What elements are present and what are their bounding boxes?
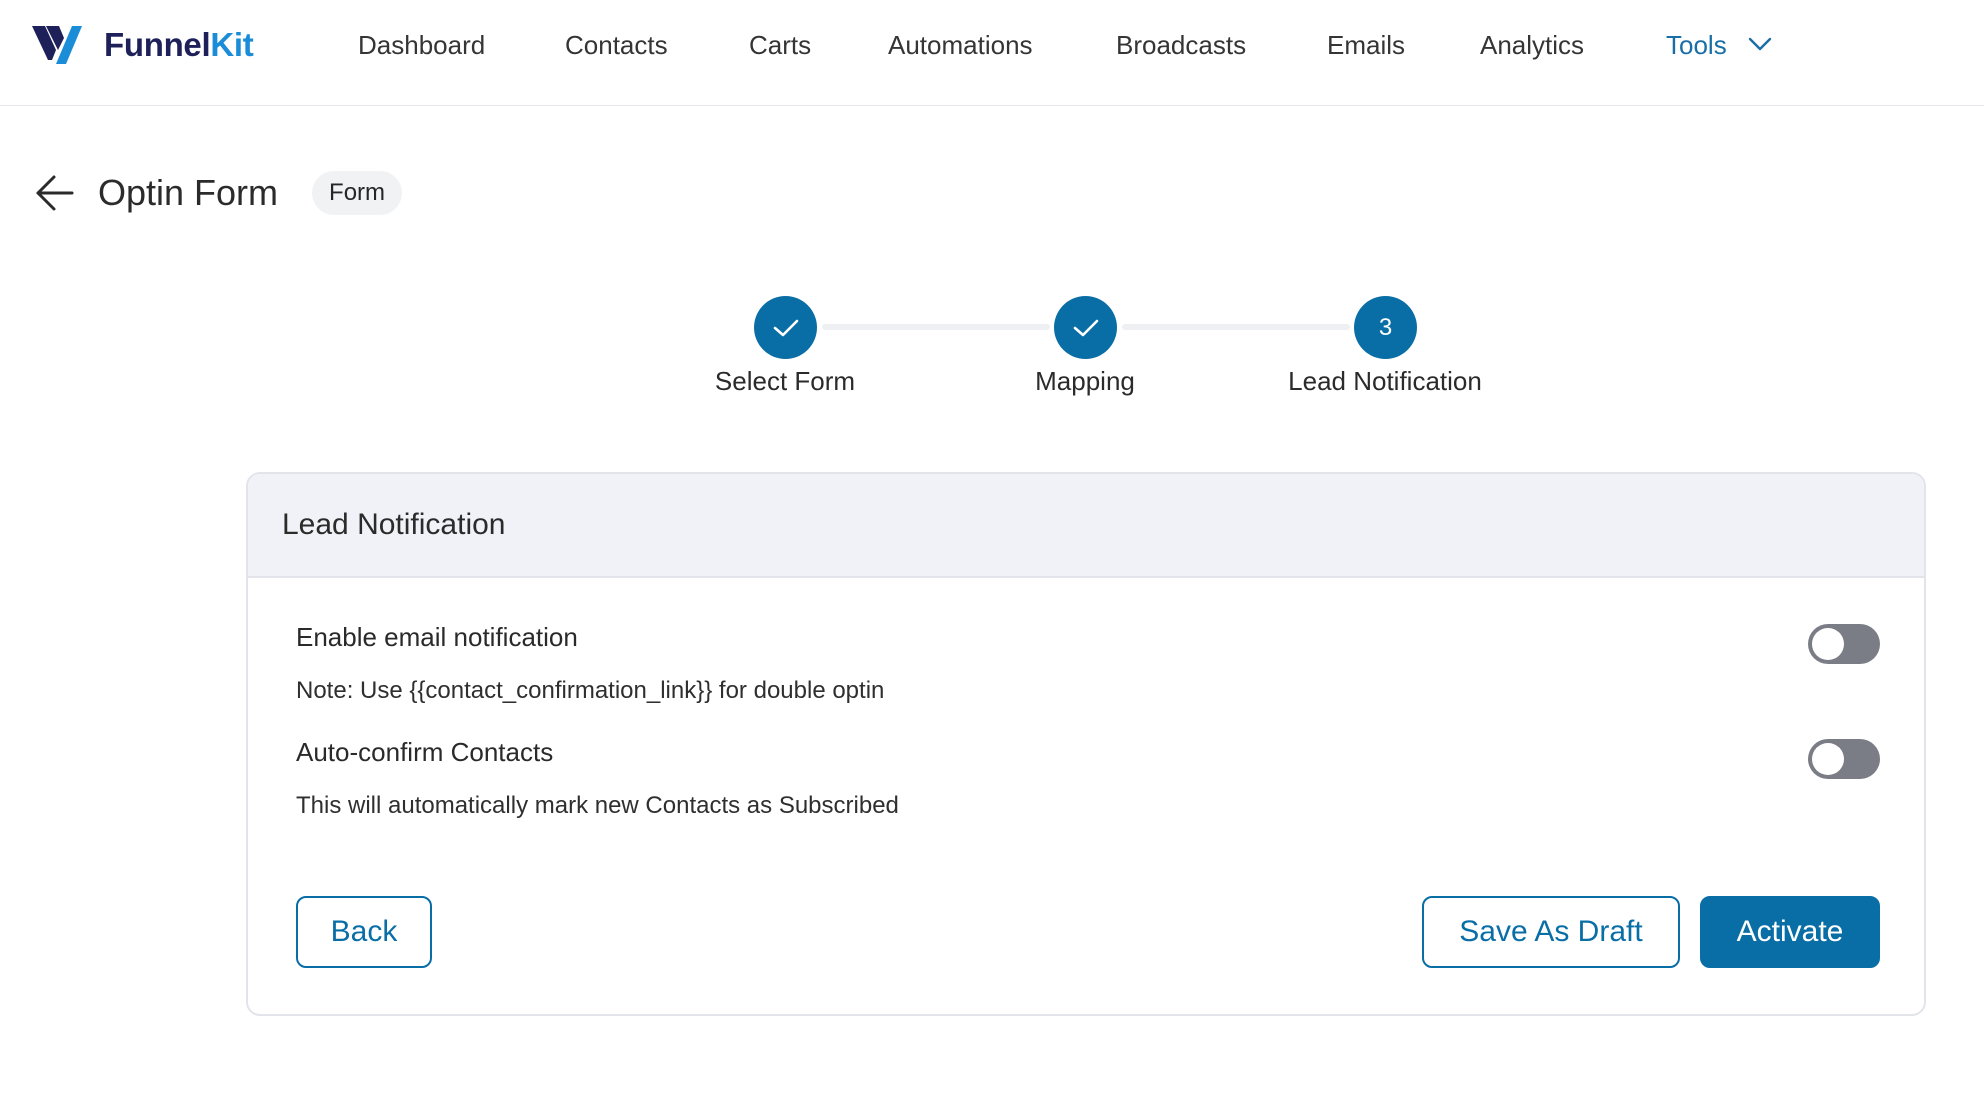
- step-connector: [822, 324, 1050, 330]
- checkmark-icon: [773, 319, 798, 336]
- toggle-knob: [1812, 743, 1844, 775]
- step-2-circle: [1054, 296, 1117, 359]
- step-3-circle: 3: [1354, 296, 1417, 359]
- checkmark-icon: [1073, 319, 1098, 336]
- setting-title: Auto-confirm Contacts: [296, 737, 554, 767]
- card-header: Lead Notification: [248, 474, 1924, 578]
- toggle-knob: [1812, 628, 1844, 660]
- back-button[interactable]: Back: [296, 896, 432, 968]
- setting-auto-confirm: Auto-confirm Contacts This will automati…: [296, 737, 1880, 820]
- lead-notification-card: Lead Notification Enable email notificat…: [246, 472, 1926, 1016]
- progress-stepper: 3 Select Form Mapping Lead Notification: [0, 0, 1984, 420]
- activate-button[interactable]: Activate: [1700, 896, 1880, 968]
- email-notification-toggle[interactable]: [1808, 624, 1880, 664]
- step-connector: [1122, 324, 1350, 330]
- setting-description: This will automatically mark new Contact…: [296, 792, 899, 819]
- step-3-label: Lead Notification: [1288, 366, 1482, 396]
- setting-description: Note: Use {{contact_confirmation_link}} …: [296, 677, 885, 704]
- step-1-label: Select Form: [714, 366, 856, 396]
- setting-email-notification: Enable email notification Note: Use {{co…: [296, 622, 1880, 705]
- step-2-label: Mapping: [1035, 366, 1135, 396]
- card-title: Lead Notification: [282, 508, 506, 541]
- save-as-draft-button[interactable]: Save As Draft: [1422, 896, 1680, 968]
- step-1-circle: [754, 296, 817, 359]
- auto-confirm-toggle[interactable]: [1808, 739, 1880, 779]
- setting-title: Enable email notification: [296, 622, 578, 652]
